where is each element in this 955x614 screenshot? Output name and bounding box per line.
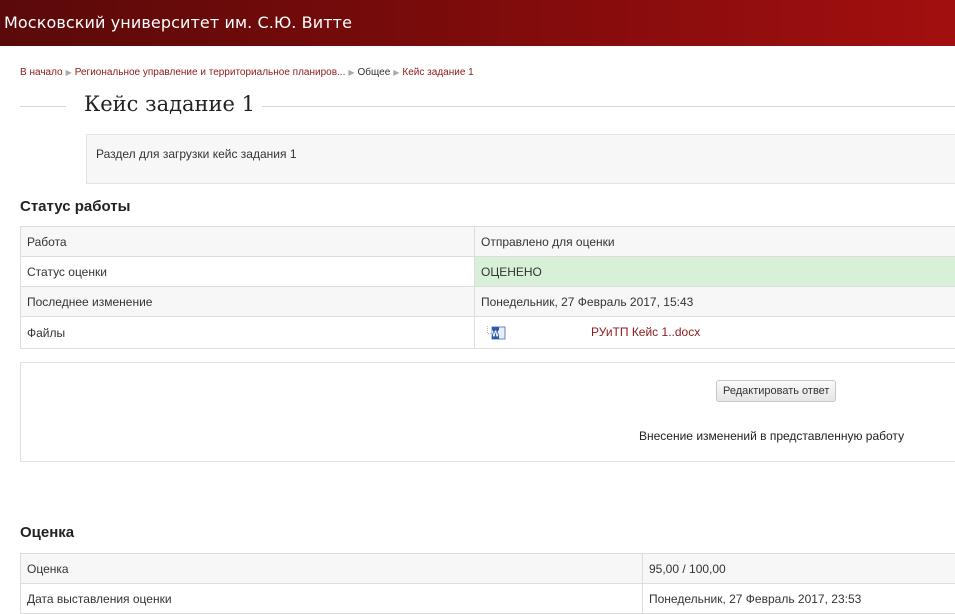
status-label: Файлы — [21, 317, 475, 349]
table-row: Статус оценки ОЦЕНЕНО — [21, 257, 955, 287]
table-row: Дата выставления оценки Понедельник, 27 … — [21, 584, 955, 614]
site-header: Московский университет им. С.Ю. Витте — [0, 0, 955, 46]
table-row: Файлы W РУиТП Кейс 1..docx — [21, 317, 955, 349]
status-label: Работа — [21, 227, 475, 257]
site-title-link[interactable]: Московский университет им. С.Ю. Витте — [4, 13, 352, 32]
page-title: Кейс задание 1 — [84, 92, 255, 116]
edit-submission-button[interactable]: Редактировать ответ — [716, 380, 836, 402]
table-row: Работа Отправлено для оценки — [21, 227, 955, 257]
table-row: Последнее изменение Понедельник, 27 Февр… — [21, 287, 955, 317]
breadcrumb-current[interactable]: Кейс задание 1 — [402, 67, 473, 78]
grade-label: Дата выставления оценки — [21, 584, 643, 614]
title-divider-right — [262, 106, 955, 107]
table-row: Оценка 95,00 / 100,00 — [21, 554, 955, 584]
breadcrumb-course[interactable]: Региональное управление и территориально… — [75, 67, 346, 78]
submission-status-table: Работа Отправлено для оценки Статус оцен… — [20, 226, 955, 349]
intro-text: Раздел для загрузки кейс задания 1 — [96, 147, 297, 161]
word-doc-icon: W — [487, 326, 507, 340]
edit-submission-description: Внесение изменений в представленную рабо… — [639, 429, 904, 443]
grade-label: Оценка — [21, 554, 643, 584]
title-divider-left — [20, 106, 66, 107]
breadcrumb-section: Общее — [358, 67, 391, 78]
breadcrumb-separator-icon: ▶ — [348, 68, 354, 77]
status-value: Понедельник, 27 Февраль 2017, 15:43 — [475, 287, 955, 317]
submission-status-heading: Статус работы — [20, 198, 130, 215]
submitted-file-link[interactable]: РУиТП Кейс 1..docx — [591, 325, 700, 339]
breadcrumb-separator-icon: ▶ — [393, 68, 399, 77]
status-value: Отправлено для оценки — [475, 227, 955, 257]
breadcrumb: В начало▶Региональное управление и терри… — [20, 67, 474, 78]
grading-status-badge: ОЦЕНЕНО — [475, 257, 955, 287]
grade-table: Оценка 95,00 / 100,00 Дата выставления о… — [20, 553, 955, 614]
grade-value: 95,00 / 100,00 — [643, 554, 955, 584]
breadcrumb-home[interactable]: В начало — [20, 67, 63, 78]
svg-text:W: W — [492, 329, 500, 338]
status-label: Последнее изменение — [21, 287, 475, 317]
edit-submission-box: Редактировать ответ Внесение изменений в… — [20, 362, 955, 462]
grade-heading: Оценка — [20, 524, 74, 541]
grade-value: Понедельник, 27 Февраль 2017, 23:53 — [643, 584, 955, 614]
breadcrumb-separator-icon: ▶ — [66, 68, 72, 77]
intro-box: Раздел для загрузки кейс задания 1 — [86, 134, 955, 184]
status-label: Статус оценки — [21, 257, 475, 287]
files-cell: W РУиТП Кейс 1..docx — [475, 317, 955, 349]
